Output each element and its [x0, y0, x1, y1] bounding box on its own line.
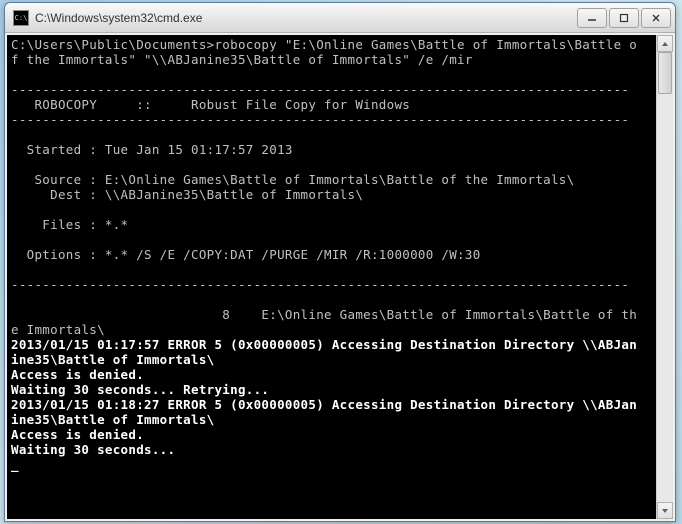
started-line: Started : Tue Jan 15 01:17:57 2013 — [11, 142, 293, 157]
prompt-line: f the Immortals" "\\ABJanine35\Battle of… — [11, 52, 473, 67]
access-denied: Access is denied. — [11, 427, 144, 442]
scroll-up-button[interactable] — [657, 35, 673, 52]
chevron-up-icon — [661, 41, 669, 47]
close-icon — [651, 13, 661, 23]
maximize-icon — [619, 13, 629, 23]
waiting-line: Waiting 30 seconds... Retrying... — [11, 382, 269, 397]
scroll-down-button[interactable] — [657, 502, 673, 519]
minimize-icon — [587, 13, 597, 23]
dest-line: Dest : \\ABJanine35\Battle of Immortals\ — [11, 187, 363, 202]
window-title: C:\Windows\system32\cmd.exe — [35, 11, 577, 25]
terminal-output[interactable]: C:\Users\Public\Documents>robocopy "E:\O… — [7, 35, 656, 519]
dir-line: 8 E:\Online Games\Battle of Immortals\Ba… — [11, 307, 637, 322]
dir-line: e Immortals\ — [11, 322, 105, 337]
hr-line: ----------------------------------------… — [11, 112, 629, 127]
scroll-track[interactable] — [657, 52, 673, 502]
hr-line: ----------------------------------------… — [11, 82, 629, 97]
files-line: Files : *.* — [11, 217, 128, 232]
scroll-thumb[interactable] — [658, 52, 672, 94]
hr-line: ----------------------------------------… — [11, 277, 629, 292]
close-button[interactable] — [641, 8, 671, 28]
maximize-button[interactable] — [609, 8, 639, 28]
robocopy-header: ROBOCOPY :: Robust File Copy for Windows — [11, 97, 410, 112]
waiting-line: Waiting 30 seconds... — [11, 442, 175, 457]
prompt-line: C:\Users\Public\Documents>robocopy "E:\O… — [11, 37, 637, 52]
error-line: ine35\Battle of Immortals\ — [11, 412, 214, 427]
window-controls — [577, 8, 671, 28]
titlebar[interactable]: C:\ C:\Windows\system32\cmd.exe — [5, 3, 675, 33]
chevron-down-icon — [661, 508, 669, 514]
minimize-button[interactable] — [577, 8, 607, 28]
cmd-icon: C:\ — [13, 10, 29, 26]
content-area: C:\Users\Public\Documents>robocopy "E:\O… — [5, 33, 675, 521]
error-line: 2013/01/15 01:18:27 ERROR 5 (0x00000005)… — [11, 397, 637, 412]
cursor: _ — [11, 457, 19, 472]
options-line: Options : *.* /S /E /COPY:DAT /PURGE /MI… — [11, 247, 481, 262]
error-line: 2013/01/15 01:17:57 ERROR 5 (0x00000005)… — [11, 337, 637, 352]
vertical-scrollbar[interactable] — [656, 35, 673, 519]
access-denied: Access is denied. — [11, 367, 144, 382]
cmd-window: C:\ C:\Windows\system32\cmd.exe C:\Users… — [4, 2, 676, 522]
error-line: ine35\Battle of Immortals\ — [11, 352, 214, 367]
source-line: Source : E:\Online Games\Battle of Immor… — [11, 172, 574, 187]
